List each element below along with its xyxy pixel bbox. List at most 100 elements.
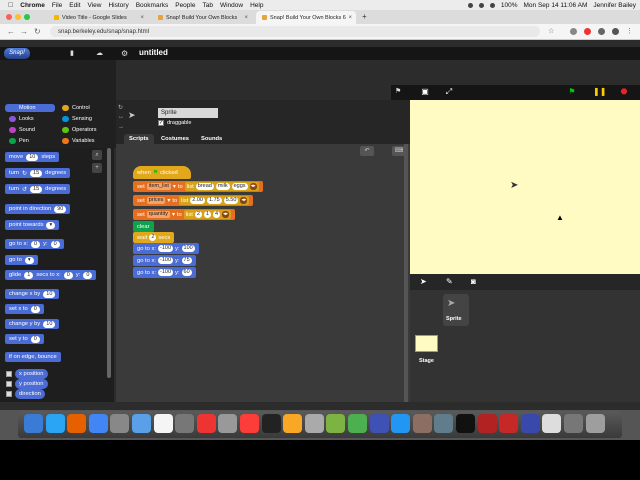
tab-snap-2[interactable]: Snap! Build Your Own Blocks 6 ×: [256, 11, 356, 24]
wait-block[interactable]: wait 2 secs: [133, 232, 175, 243]
palette-turn-ccw-block[interactable]: turn ↺ 15 degrees: [5, 184, 71, 194]
dock-app-icon[interactable]: [45, 414, 65, 433]
extension-icon[interactable]: [598, 28, 605, 35]
goto-xy-block-3[interactable]: go to x: -100 y: 60: [133, 267, 196, 278]
palette-glide-block[interactable]: glide 1 secs to x: 0 y: 0: [5, 270, 97, 280]
menu-kebab-icon[interactable]: ⋮: [626, 27, 633, 35]
undo-icon[interactable]: ↶: [360, 146, 374, 156]
set-quantity-block[interactable]: set quantity ▾ to list 2 1 4 ◂▸: [133, 209, 236, 220]
menu-app-name[interactable]: Chrome: [20, 2, 45, 9]
draggable-checkbox[interactable]: ✓ draggable: [158, 120, 191, 126]
category-sensing[interactable]: Sensing: [58, 115, 108, 123]
stop-icon[interactable]: ⬣: [619, 87, 629, 97]
palette-move-block[interactable]: move 10 steps: [5, 152, 60, 162]
palette-goto-block[interactable]: go to ▾: [5, 255, 38, 265]
dock-app-icon[interactable]: [153, 414, 173, 433]
rotate-style-icon[interactable]: ↻: [118, 104, 123, 111]
dock-app-icon[interactable]: [456, 414, 475, 433]
sprite-name-field[interactable]: Sprite: [158, 108, 218, 118]
dock-app-icon[interactable]: [175, 414, 195, 433]
dock-app-icon[interactable]: [240, 414, 259, 433]
dock-app-icon[interactable]: [585, 414, 605, 433]
palette-change-y-block[interactable]: change y by 10: [5, 319, 60, 329]
dock-app-icon[interactable]: [499, 414, 519, 433]
palette-ypos-reporter[interactable]: y position: [15, 379, 48, 389]
dock-app-icon[interactable]: [283, 414, 303, 433]
extension-icon[interactable]: [570, 28, 577, 35]
palette-xpos-reporter[interactable]: x position: [15, 369, 48, 379]
dock-app-icon[interactable]: [24, 414, 43, 433]
rotate-style-icon[interactable]: →: [118, 124, 124, 130]
goto-xy-block-2[interactable]: go to x: -100 y: 75: [133, 255, 196, 266]
turbo-icon[interactable]: ⚑: [395, 87, 401, 95]
menu-view[interactable]: View: [88, 2, 102, 9]
new-tab-button[interactable]: +: [362, 12, 367, 21]
palette-change-x-block[interactable]: change x by 10: [5, 289, 60, 299]
menu-bookmarks[interactable]: Bookmarks: [136, 2, 169, 9]
palette-point-direction-block[interactable]: point in direction 90: [5, 204, 71, 214]
tab-snap-1[interactable]: Snap! Build Your Own Blocks ×: [152, 11, 252, 24]
close-tab-icon[interactable]: ×: [348, 15, 352, 21]
user-name[interactable]: Jennifer Bailey: [593, 2, 636, 9]
green-flag-icon[interactable]: ⚑: [567, 87, 577, 97]
category-sound[interactable]: Sound: [5, 126, 55, 134]
category-operators[interactable]: Operators: [58, 126, 108, 134]
search-icon[interactable]: ⌕: [92, 150, 102, 160]
dock-app-icon[interactable]: [542, 414, 562, 433]
palette-turn-cw-block[interactable]: turn ↻ 15 degrees: [5, 168, 71, 178]
category-control[interactable]: Control: [58, 104, 108, 112]
dock-app-icon[interactable]: [261, 414, 281, 433]
palette-bounce-block[interactable]: if on edge, bounce: [5, 352, 61, 362]
rotate-style-icon[interactable]: ↔: [118, 114, 124, 120]
stage-thumbnail[interactable]: [415, 335, 438, 352]
set-prices-block[interactable]: set prices ▾ to list 2.00 1.75 5.50 ◂▸: [133, 195, 254, 206]
tab-costumes[interactable]: Costumes: [156, 134, 194, 144]
palette-goto-xy-block[interactable]: go to x: 0 y: 0: [5, 239, 64, 249]
star-icon[interactable]: ☆: [548, 27, 554, 35]
extension-icon[interactable]: [584, 28, 591, 35]
profile-icon[interactable]: [612, 28, 619, 35]
paint-brush-icon[interactable]: ✎: [446, 277, 453, 286]
dock-app-icon[interactable]: [477, 414, 497, 433]
menu-history[interactable]: History: [108, 2, 128, 9]
reload-icon[interactable]: ↻: [34, 27, 41, 36]
palette-set-y-block[interactable]: set y to 0: [5, 334, 44, 344]
address-bar[interactable]: snap.berkeley.edu/snap/snap.html: [50, 26, 540, 37]
dock-app-icon[interactable]: [218, 414, 238, 433]
category-motion[interactable]: Motion: [5, 104, 55, 112]
category-variables[interactable]: Variables: [58, 137, 108, 145]
presentation-mode-icon[interactable]: ⤢: [444, 87, 454, 97]
make-block-icon[interactable]: +: [92, 163, 102, 173]
xpos-checkbox[interactable]: [6, 371, 12, 377]
when-flag-clicked-block[interactable]: when ⚑ clicked: [133, 166, 191, 179]
sprite-arrow-icon[interactable]: ➤: [510, 180, 518, 191]
pause-icon[interactable]: ❚❚: [593, 87, 606, 97]
turtle-sprite-icon[interactable]: ➤: [420, 277, 427, 286]
dock-app-icon[interactable]: [520, 414, 540, 433]
forward-icon[interactable]: →: [20, 27, 28, 36]
dock-app-icon[interactable]: [196, 414, 216, 433]
dock-app-icon[interactable]: [391, 414, 411, 433]
file-icon[interactable]: ▮: [70, 49, 74, 57]
palette-set-x-block[interactable]: set x to 0: [5, 304, 44, 314]
tab-scripts[interactable]: Scripts: [124, 134, 154, 144]
set-item-list-block[interactable]: set item_list ▾ to list bread milk eggs ◂▸: [133, 181, 263, 192]
menu-window[interactable]: Window: [220, 2, 243, 9]
dock-app-icon[interactable]: [304, 414, 324, 433]
palette-point-towards-block[interactable]: point towards ▾: [5, 220, 60, 230]
dock-app-icon[interactable]: [110, 414, 130, 433]
category-pen[interactable]: Pen: [5, 137, 55, 145]
dock-app-icon[interactable]: [326, 414, 346, 433]
close-window-icon[interactable]: [6, 14, 12, 20]
direction-checkbox[interactable]: [6, 391, 12, 397]
menu-edit[interactable]: Edit: [69, 2, 80, 9]
dock-app-icon[interactable]: [67, 414, 87, 433]
menu-people[interactable]: People: [175, 2, 195, 9]
tab-google-slides[interactable]: Video Title - Google Slides ×: [48, 11, 148, 24]
snap-logo[interactable]: Snap!: [4, 48, 30, 59]
back-icon[interactable]: ←: [7, 27, 15, 36]
palette-scrollbar[interactable]: [107, 148, 111, 378]
dock-app-icon[interactable]: [88, 414, 108, 433]
dock-app-icon[interactable]: [132, 414, 151, 433]
close-tab-icon[interactable]: ×: [244, 15, 248, 21]
